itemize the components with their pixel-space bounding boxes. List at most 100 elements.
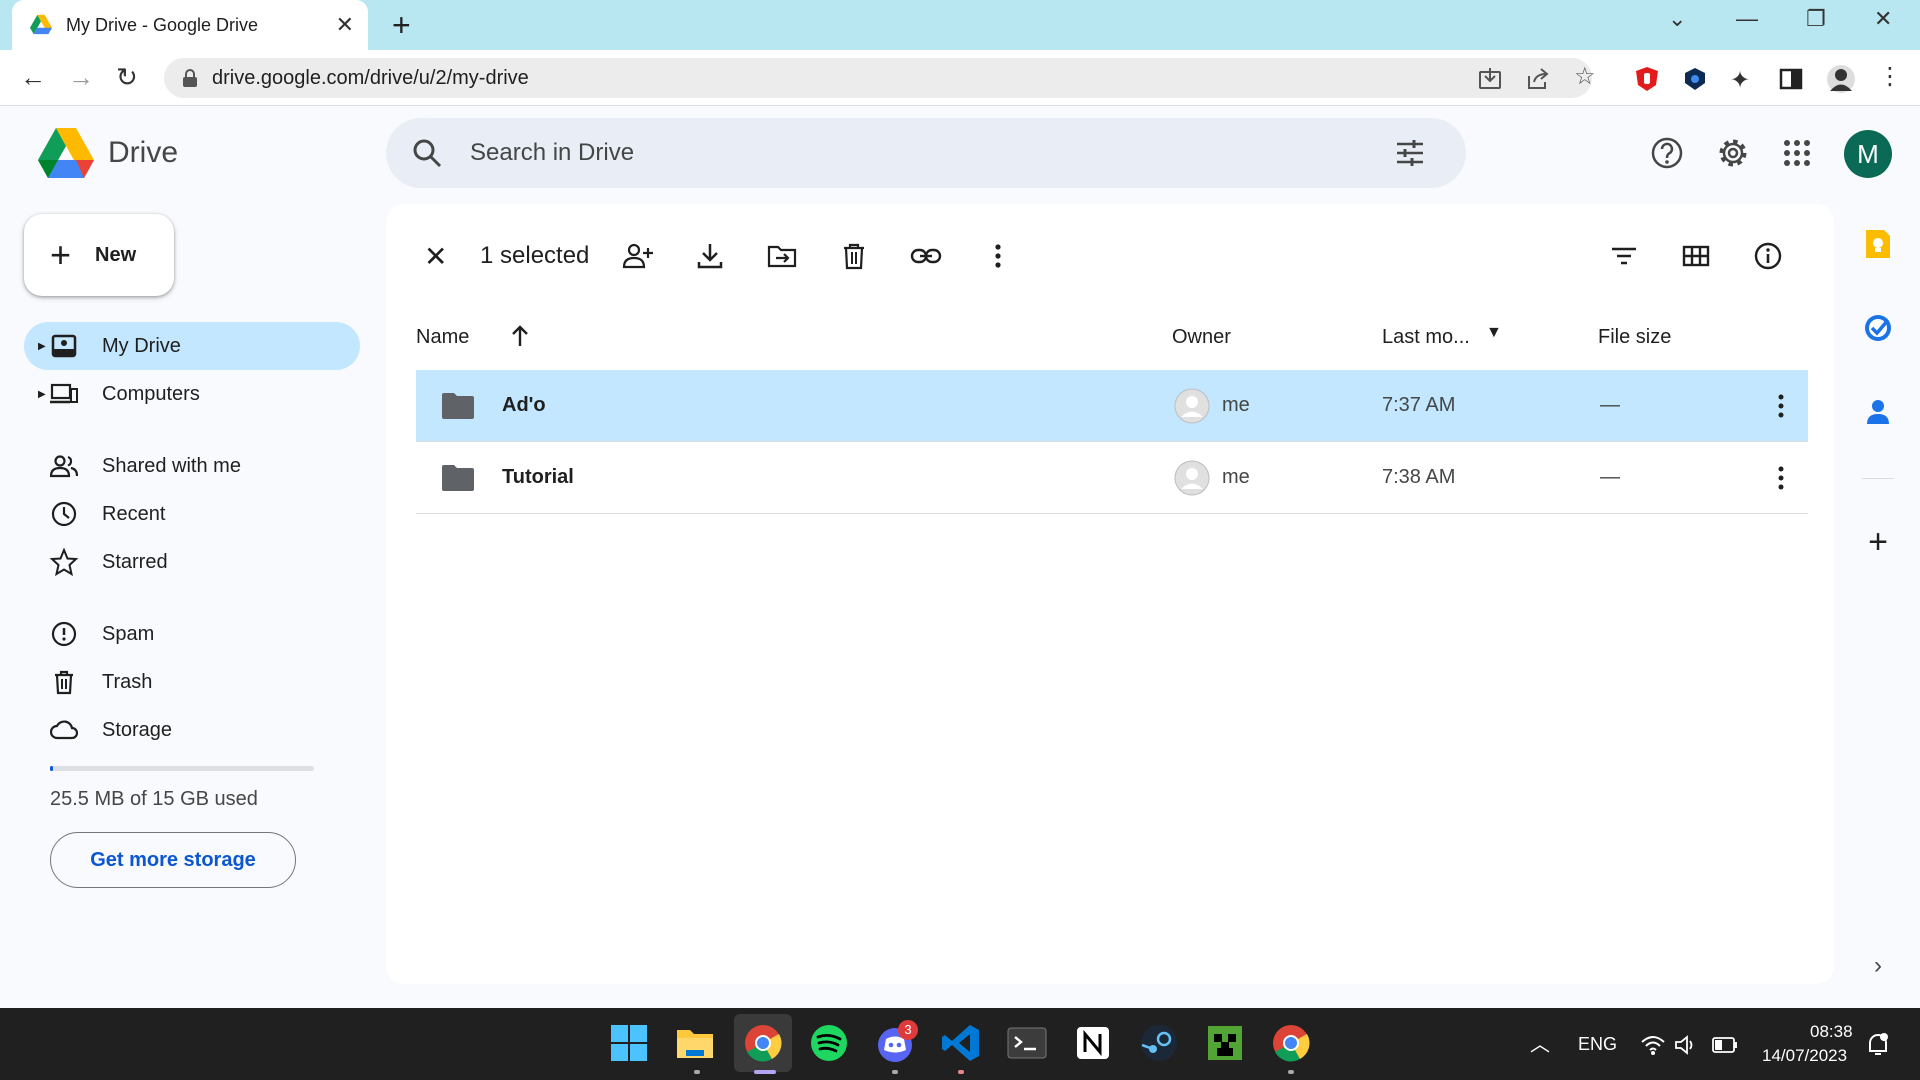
filter-icon[interactable] bbox=[1608, 240, 1640, 272]
expand-caret-icon[interactable]: ▶ bbox=[38, 389, 46, 400]
file-name[interactable]: Ad'o bbox=[502, 394, 546, 417]
forward-icon[interactable]: → bbox=[68, 62, 94, 92]
move-to-folder-icon[interactable] bbox=[766, 240, 798, 272]
profile-avatar-icon[interactable] bbox=[1826, 64, 1856, 94]
terminal-icon[interactable] bbox=[1006, 1022, 1048, 1064]
clock-date[interactable]: 14/07/2023 bbox=[1762, 1046, 1847, 1066]
new-tab-button[interactable]: + bbox=[392, 8, 411, 42]
browser-toolbar: ← → ↻ drive.google.com/drive/u/2/my-driv… bbox=[0, 50, 1920, 106]
sidebar-item-shared-with-me[interactable]: Shared with me bbox=[24, 442, 360, 490]
chrome-profile-2-icon[interactable] bbox=[1270, 1022, 1312, 1064]
grid-view-icon[interactable] bbox=[1680, 240, 1712, 272]
sidebar-item-trash[interactable]: Trash bbox=[24, 658, 360, 706]
google-apps-icon[interactable] bbox=[1780, 136, 1814, 170]
sort-dropdown-arrow-icon[interactable]: ▼ bbox=[1486, 324, 1502, 342]
discord-notification-badge: 3 bbox=[898, 1020, 918, 1040]
get-more-storage-button[interactable]: Get more storage bbox=[50, 832, 296, 888]
delete-trash-icon[interactable] bbox=[838, 240, 870, 272]
share-icon[interactable] bbox=[1526, 68, 1550, 90]
bookmark-star-icon[interactable]: ☆ bbox=[1574, 62, 1596, 91]
notion-icon[interactable] bbox=[1072, 1022, 1114, 1064]
active-indicator bbox=[754, 1070, 776, 1074]
vscode-icon[interactable] bbox=[940, 1022, 982, 1064]
drive-logo[interactable] bbox=[38, 128, 94, 178]
keep-icon[interactable] bbox=[1862, 228, 1894, 260]
extensions-puzzle-icon[interactable]: ✦ bbox=[1730, 66, 1756, 94]
volume-icon[interactable] bbox=[1674, 1034, 1698, 1056]
contacts-icon[interactable] bbox=[1862, 396, 1894, 428]
file-name[interactable]: Tutorial bbox=[502, 466, 574, 489]
lock-icon bbox=[183, 69, 197, 87]
tasks-icon[interactable] bbox=[1862, 312, 1894, 344]
back-icon[interactable]: ← bbox=[20, 62, 46, 92]
column-header-last-modified[interactable]: Last mo... bbox=[1382, 326, 1470, 349]
chrome-icon[interactable] bbox=[742, 1022, 784, 1064]
input-language[interactable]: ENG bbox=[1578, 1034, 1617, 1055]
expand-caret-icon[interactable]: ▶ bbox=[38, 341, 46, 352]
file-explorer-icon[interactable] bbox=[674, 1022, 716, 1064]
close-tab-icon[interactable]: ✕ bbox=[336, 12, 354, 38]
table-row[interactable]: Tutorial me 7:38 AM — bbox=[416, 442, 1808, 514]
search-options-icon[interactable] bbox=[1394, 137, 1426, 169]
column-header-owner[interactable]: Owner bbox=[1172, 326, 1231, 349]
browser-menu-icon[interactable]: ⋮ bbox=[1878, 62, 1904, 90]
restore-icon[interactable]: ❐ bbox=[1806, 6, 1826, 32]
spotify-icon[interactable] bbox=[808, 1022, 850, 1064]
sidebar-item-my-drive[interactable]: ▶ My Drive bbox=[24, 322, 360, 370]
download-icon[interactable] bbox=[694, 240, 726, 272]
new-button[interactable]: + New bbox=[24, 214, 174, 296]
table-row[interactable]: Ad'o me 7:37 AM — bbox=[416, 370, 1808, 442]
show-hidden-icons-chevron-icon[interactable]: ︿ bbox=[1530, 1028, 1550, 1057]
clock-icon bbox=[51, 501, 77, 527]
more-actions-icon[interactable] bbox=[982, 240, 1014, 272]
drive-logo-text[interactable]: Drive bbox=[108, 136, 178, 170]
sidebar-item-label: Storage bbox=[102, 718, 173, 741]
side-panel-icon[interactable] bbox=[1778, 66, 1804, 92]
close-window-icon[interactable]: ✕ bbox=[1874, 6, 1892, 32]
minecraft-icon[interactable] bbox=[1204, 1022, 1246, 1064]
windows-start-icon[interactable] bbox=[608, 1022, 650, 1064]
sidebar-item-computers[interactable]: ▶ Computers bbox=[24, 370, 360, 418]
row-more-actions-icon[interactable] bbox=[1766, 390, 1796, 422]
share-person-add-icon[interactable] bbox=[622, 240, 654, 272]
sidebar-item-label: Spam bbox=[102, 622, 155, 645]
address-bar[interactable]: drive.google.com/drive/u/2/my-drive bbox=[164, 58, 1592, 98]
sidebar-item-starred[interactable]: Starred bbox=[24, 538, 360, 586]
file-last-modified: 7:37 AM bbox=[1382, 394, 1456, 416]
ublock-extension-icon[interactable] bbox=[1634, 66, 1660, 92]
wifi-icon[interactable] bbox=[1640, 1034, 1666, 1056]
spam-icon bbox=[51, 621, 77, 647]
install-app-icon[interactable] bbox=[1478, 68, 1502, 90]
clock-time[interactable]: 08:38 bbox=[1810, 1022, 1853, 1042]
sidebar-item-storage[interactable]: Storage bbox=[24, 706, 360, 754]
sidebar-item-recent[interactable]: Recent bbox=[24, 490, 360, 538]
browser-tab[interactable]: My Drive - Google Drive ✕ bbox=[12, 0, 368, 50]
file-owner: me bbox=[1222, 466, 1250, 488]
show-side-panel-chevron-icon[interactable]: › bbox=[1862, 952, 1894, 984]
steam-icon[interactable] bbox=[1138, 1022, 1180, 1064]
column-header-name[interactable]: Name bbox=[416, 326, 469, 349]
help-icon[interactable] bbox=[1650, 136, 1684, 170]
running-indicator bbox=[958, 1070, 964, 1074]
reload-icon[interactable]: ↻ bbox=[116, 62, 138, 92]
tab-search-icon[interactable]: ⌄ bbox=[1668, 6, 1686, 32]
notifications-bell-icon[interactable] bbox=[1866, 1032, 1890, 1058]
search-icon[interactable] bbox=[412, 138, 442, 168]
column-header-file-size[interactable]: File size bbox=[1598, 326, 1671, 349]
settings-gear-icon[interactable] bbox=[1716, 136, 1750, 170]
copy-link-icon[interactable] bbox=[910, 240, 942, 272]
minimize-icon[interactable]: — bbox=[1736, 6, 1758, 32]
sidebar-item-spam[interactable]: Spam bbox=[24, 610, 360, 658]
clear-selection-icon[interactable]: ✕ bbox=[424, 242, 447, 272]
details-info-icon[interactable] bbox=[1752, 240, 1784, 272]
get-add-ons-plus-icon[interactable]: + bbox=[1862, 525, 1894, 559]
sidebar-item-label: My Drive bbox=[102, 334, 181, 357]
row-more-actions-icon[interactable] bbox=[1766, 462, 1796, 494]
search-bar[interactable]: Search in Drive bbox=[386, 118, 1466, 188]
sort-ascending-arrow-icon[interactable] bbox=[506, 322, 534, 350]
shield-extension-icon[interactable] bbox=[1682, 66, 1708, 92]
battery-icon[interactable] bbox=[1712, 1036, 1738, 1054]
search-input[interactable]: Search in Drive bbox=[470, 139, 1394, 167]
browser-tab-strip: My Drive - Google Drive ✕ + ⌄ — ❐ ✕ bbox=[0, 0, 1920, 50]
account-avatar[interactable]: M bbox=[1844, 130, 1892, 178]
